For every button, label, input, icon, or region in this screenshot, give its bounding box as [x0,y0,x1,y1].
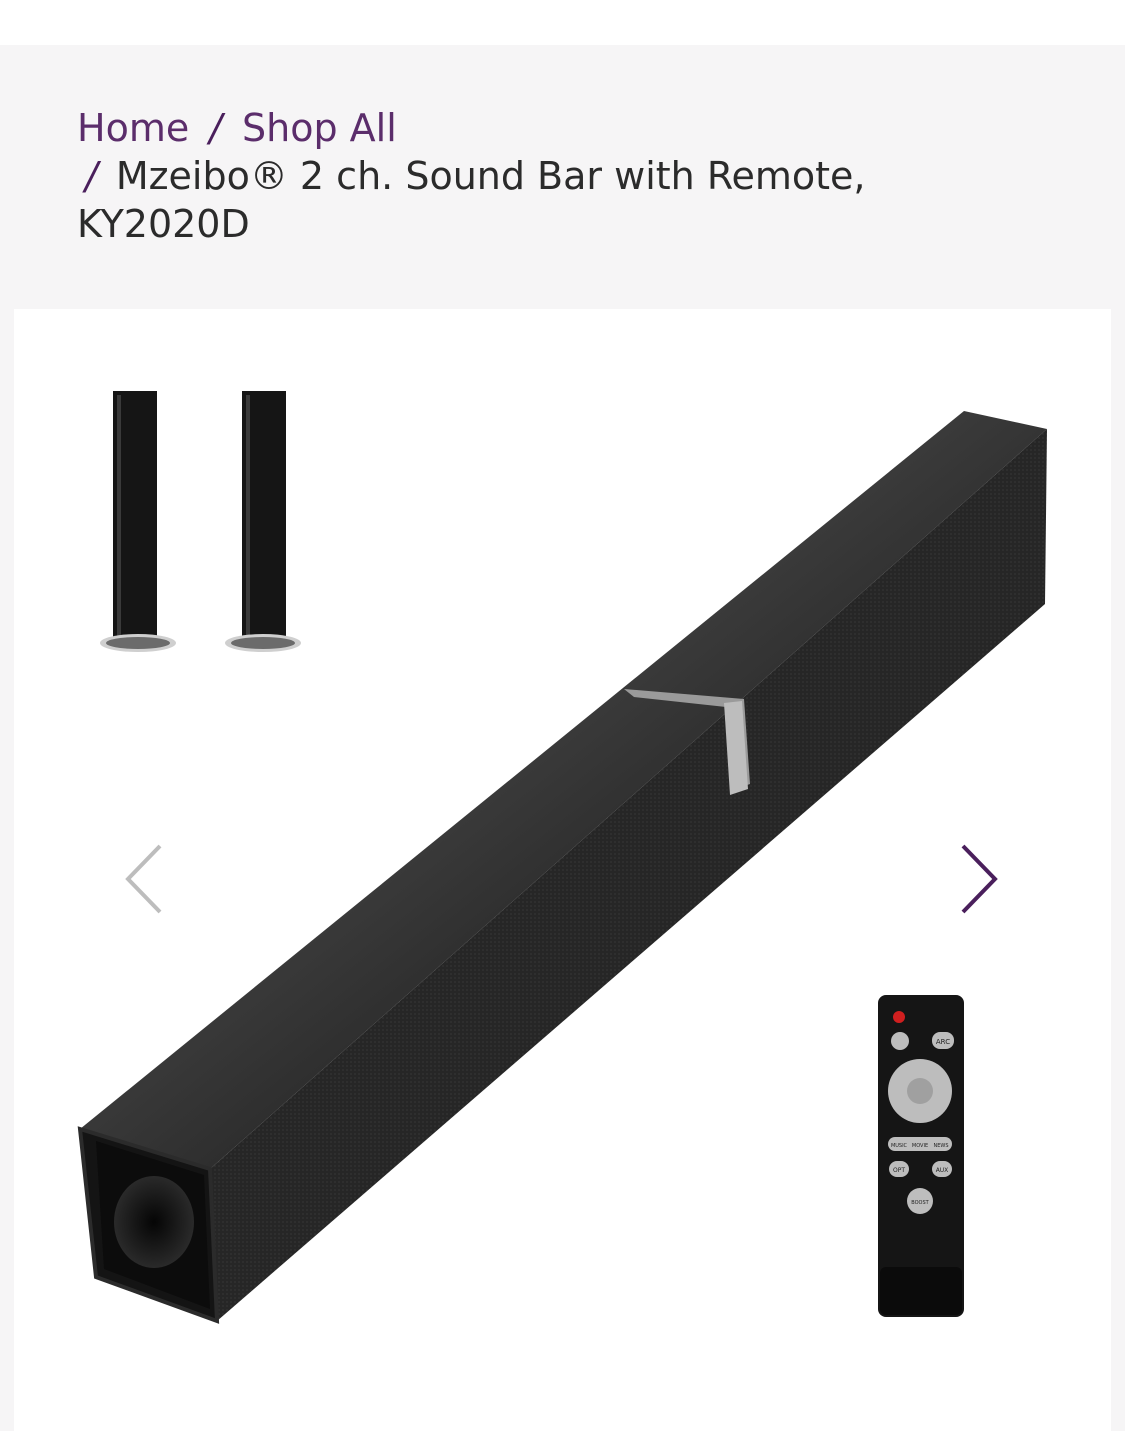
remote-control: ARC MUSIC MOVIE NEWS OPT AUX BOOST [878,995,964,1317]
breadcrumb-home-link[interactable]: Home [77,106,189,150]
remote-label-music: MUSIC [891,1143,908,1149]
chevron-right-icon [961,844,998,914]
previous-image-button[interactable] [114,839,174,919]
speaker-pair-thumbnail [100,391,301,652]
breadcrumb-separator: / [209,106,223,150]
breadcrumb-line-2: / Mzeibo® 2 ch. Sound Bar with Remote, [77,152,1037,200]
top-spacer [0,0,1125,45]
next-image-button[interactable] [949,839,1009,919]
breadcrumb-shop-all-link[interactable]: Shop All [242,106,397,150]
remote-label-aux: AUX [936,1167,949,1174]
remote-label-boost: BOOST [911,1200,929,1206]
product-image[interactable]: ARC MUSIC MOVIE NEWS OPT AUX BOOST [14,309,1111,1431]
remote-label-news: NEWS [933,1143,948,1149]
product-image-gallery: ARC MUSIC MOVIE NEWS OPT AUX BOOST [14,309,1111,1431]
breadcrumb-line-1: Home / Shop All [77,104,1037,152]
breadcrumb-separator: / [85,154,98,198]
remote-label-arc: ARC [936,1038,950,1046]
chevron-left-icon [125,844,162,914]
breadcrumb-current-page: Mzeibo® 2 ch. Sound Bar with Remote, [115,154,866,198]
breadcrumb: Home / Shop All / Mzeibo® 2 ch. Sound Bar w… [77,104,1037,248]
breadcrumb-current-page-continued: KY2020D [77,202,250,246]
remote-label-opt: OPT [893,1167,905,1174]
remote-label-movie: MOVIE [912,1143,928,1149]
